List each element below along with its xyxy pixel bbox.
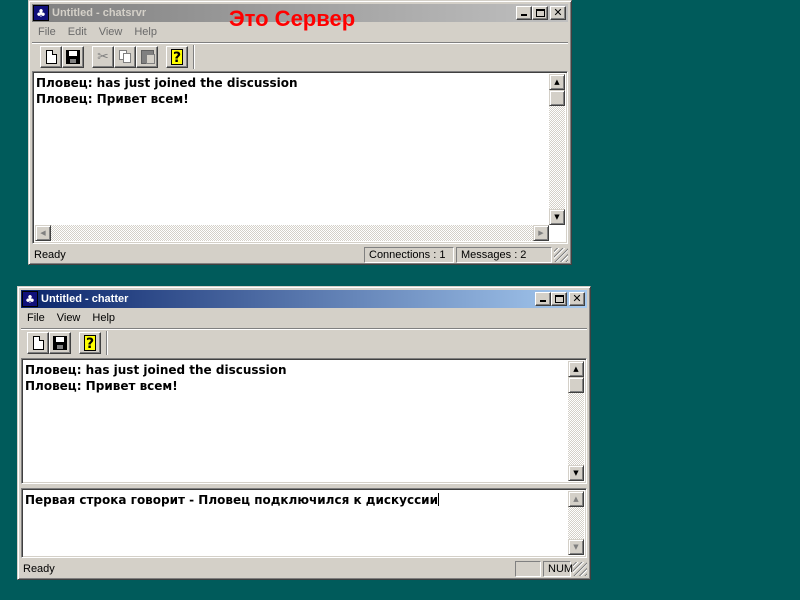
save-icon [53, 335, 67, 350]
minimize-button[interactable] [516, 6, 532, 20]
server-toolbar: ✂ ? [32, 42, 568, 70]
scroll-right-button[interactable]: ▶ [533, 225, 549, 241]
new-button[interactable] [27, 331, 49, 354]
scroll-thumb[interactable] [549, 90, 565, 106]
resize-grip[interactable] [554, 248, 568, 262]
scroll-thumb[interactable] [568, 377, 584, 393]
connections-count: Connections : 1 [364, 247, 454, 263]
server-annotation: Это Сервер [229, 6, 356, 31]
maximize-icon [536, 9, 545, 17]
caption-buttons: ✕ [535, 292, 585, 306]
close-button[interactable]: ✕ [569, 292, 585, 306]
menu-edit[interactable]: Edit [62, 26, 93, 38]
scroll-up-button[interactable]: ▲ [568, 361, 584, 377]
scroll-down-button[interactable]: ▼ [568, 539, 584, 555]
toolbar-separator [106, 330, 108, 355]
cut-button[interactable]: ✂ [92, 45, 114, 68]
minimize-icon [521, 14, 527, 16]
messages-count: Messages : 2 [456, 247, 552, 263]
server-statusbar: Ready Connections : 1 Messages : 2 [32, 246, 568, 264]
scroll-up-button[interactable]: ▲ [549, 74, 565, 90]
paste-icon [140, 49, 155, 64]
scroll-up-button[interactable]: ▲ [568, 491, 584, 507]
menu-file[interactable]: File [21, 312, 51, 324]
maximize-icon [555, 295, 564, 303]
save-icon [66, 49, 80, 64]
log-line: Пловец: Привет всем! [25, 379, 178, 393]
minimize-icon [540, 300, 546, 302]
maximize-button[interactable] [532, 6, 548, 20]
app-icon: ♣ [33, 5, 49, 21]
help-icon: ? [84, 334, 96, 352]
scroll-left-button[interactable]: ◀ [35, 225, 51, 241]
close-icon: ✕ [553, 6, 563, 19]
caption-buttons: ✕ [516, 6, 566, 20]
caps-indicator [515, 561, 541, 577]
menu-view[interactable]: View [93, 26, 129, 38]
cut-icon: ✂ [97, 48, 109, 65]
save-button[interactable] [62, 45, 84, 68]
log-line: Пловец: has just joined the discussion [25, 363, 287, 377]
num-indicator: NUM [543, 561, 573, 577]
close-icon: ✕ [572, 292, 582, 305]
log-line: Пловец: Привет всем! [36, 92, 189, 106]
resize-grip[interactable] [573, 562, 587, 576]
horizontal-scrollbar[interactable]: ◀ ▶ [35, 225, 549, 241]
menu-view[interactable]: View [51, 312, 87, 324]
server-log-view[interactable]: Пловец: has just joined the discussion Пл… [32, 71, 568, 244]
server-title: Untitled - chatsrvr [52, 7, 147, 19]
new-icon [32, 335, 44, 350]
menu-help[interactable]: Help [128, 26, 163, 38]
vertical-scrollbar[interactable]: ▲ ▼ [568, 491, 584, 555]
menu-help[interactable]: Help [86, 312, 121, 324]
client-toolbar: ? [21, 328, 587, 356]
help-button[interactable]: ? [79, 331, 101, 354]
new-icon [45, 49, 57, 64]
message-input-text[interactable]: Первая строка говорит - Пловец подключил… [25, 492, 439, 508]
menu-file[interactable]: File [32, 26, 62, 38]
message-input[interactable]: Первая строка говорит - Пловец подключил… [21, 488, 587, 558]
status-text: Ready [23, 563, 55, 575]
maximize-button[interactable] [551, 292, 567, 306]
new-button[interactable] [40, 45, 62, 68]
client-titlebar[interactable]: ♣ Untitled - chatter ✕ [21, 290, 587, 308]
toolbar-separator [193, 44, 195, 69]
text-cursor [438, 493, 439, 506]
app-icon: ♣ [22, 291, 38, 307]
client-statusbar: Ready NUM [21, 560, 587, 578]
copy-icon [118, 49, 132, 64]
save-button[interactable] [49, 331, 71, 354]
status-text: Ready [34, 249, 66, 261]
close-button[interactable]: ✕ [550, 6, 566, 20]
scroll-down-button[interactable]: ▼ [568, 465, 584, 481]
help-icon: ? [171, 48, 183, 66]
scroll-down-button[interactable]: ▼ [549, 209, 565, 225]
copy-button[interactable] [114, 45, 136, 68]
client-window: ♣ Untitled - chatter ✕ File View Help ? … [17, 286, 591, 580]
client-log-view[interactable]: Пловец: has just joined the discussion Пл… [21, 358, 587, 484]
paste-button[interactable] [136, 45, 158, 68]
help-button[interactable]: ? [166, 45, 188, 68]
minimize-button[interactable] [535, 292, 551, 306]
log-line: Пловец: has just joined the discussion [36, 76, 298, 90]
client-log-text: Пловец: has just joined the discussion Пл… [25, 362, 287, 394]
client-menubar: File View Help [21, 309, 587, 327]
server-log-text: Пловец: has just joined the discussion Пл… [36, 75, 298, 107]
vertical-scrollbar[interactable]: ▲ ▼ [549, 74, 565, 225]
client-title: Untitled - chatter [41, 293, 129, 305]
vertical-scrollbar[interactable]: ▲ ▼ [568, 361, 584, 481]
input-value: Первая строка говорит - Пловец подключил… [25, 493, 438, 507]
server-window: ♣ Untitled - chatsrvr ✕ File Edit View H… [28, 0, 572, 265]
